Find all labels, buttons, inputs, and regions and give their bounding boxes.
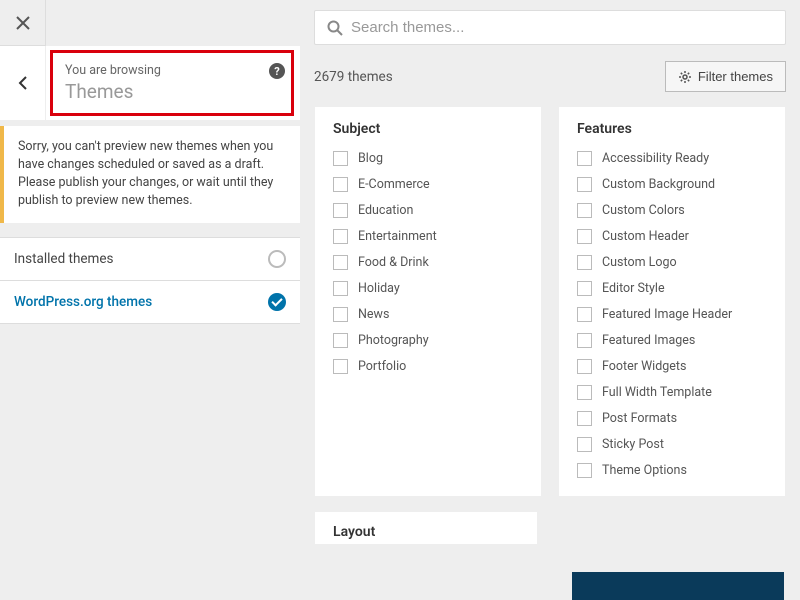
theme-preview-thumbnail[interactable] bbox=[572, 572, 784, 600]
filter-label: Entertainment bbox=[358, 229, 437, 244]
theme-source-list: Installed themes WordPress.org themes bbox=[0, 237, 300, 324]
filter-checkbox-item[interactable]: Holiday bbox=[333, 281, 523, 296]
filter-checkbox-item[interactable]: Portfolio bbox=[333, 359, 523, 374]
filter-group-subject: Subject Blog E-Commerce Education Entertain… bbox=[314, 106, 542, 497]
filter-checkbox-item[interactable]: Custom Colors bbox=[577, 203, 767, 218]
filter-label: Footer Widgets bbox=[602, 359, 686, 374]
filter-label: Post Formats bbox=[602, 411, 677, 426]
checkbox-icon bbox=[333, 307, 348, 322]
filter-group-title: Layout bbox=[333, 524, 519, 540]
checkbox-icon bbox=[333, 177, 348, 192]
sidebar: You are browsing Themes ? Sorry, you can… bbox=[0, 0, 300, 600]
theme-count: 2679 themes bbox=[314, 69, 393, 85]
radio-checked-icon bbox=[268, 293, 286, 311]
filter-label: Custom Colors bbox=[602, 203, 685, 218]
filter-label: Custom Header bbox=[602, 229, 689, 244]
filter-checkbox-item[interactable]: Editor Style bbox=[577, 281, 767, 296]
checkbox-icon bbox=[333, 255, 348, 270]
checkbox-icon bbox=[577, 359, 592, 374]
checkbox-icon bbox=[577, 151, 592, 166]
checkbox-icon bbox=[577, 203, 592, 218]
back-button[interactable] bbox=[0, 46, 46, 120]
checkbox-icon bbox=[577, 385, 592, 400]
search-input[interactable] bbox=[351, 19, 773, 36]
filter-label: Featured Images bbox=[602, 333, 695, 348]
filter-checkbox-item[interactable]: Blog bbox=[333, 151, 523, 166]
filter-checkbox-item[interactable]: Food & Drink bbox=[333, 255, 523, 270]
checkbox-icon bbox=[577, 307, 592, 322]
search-icon bbox=[327, 20, 343, 36]
browsing-header: You are browsing Themes ? bbox=[50, 50, 294, 116]
filter-checkbox-item[interactable]: E-Commerce bbox=[333, 177, 523, 192]
filter-label: Holiday bbox=[358, 281, 400, 296]
filter-label: Accessibility Ready bbox=[602, 151, 709, 166]
checkbox-icon bbox=[577, 411, 592, 426]
filter-checkbox-item[interactable]: Featured Image Header bbox=[577, 307, 767, 322]
checkbox-icon bbox=[333, 229, 348, 244]
filter-checkbox-item[interactable]: Custom Logo bbox=[577, 255, 767, 270]
source-label: Installed themes bbox=[14, 251, 114, 267]
checkbox-icon bbox=[333, 359, 348, 374]
warning-notice: Sorry, you can't preview new themes when… bbox=[0, 126, 300, 223]
checkbox-icon bbox=[577, 229, 592, 244]
source-wporg-themes[interactable]: WordPress.org themes bbox=[0, 281, 300, 324]
filter-checkbox-item[interactable]: Custom Header bbox=[577, 229, 767, 244]
filter-label: Photography bbox=[358, 333, 429, 348]
radio-unchecked-icon bbox=[268, 250, 286, 268]
filter-label: Custom Logo bbox=[602, 255, 677, 270]
chevron-left-icon bbox=[18, 75, 28, 91]
filter-checkbox-item[interactable]: Post Formats bbox=[577, 411, 767, 426]
gear-icon bbox=[678, 70, 692, 84]
checkbox-icon bbox=[577, 437, 592, 452]
filter-checkbox-item[interactable]: Full Width Template bbox=[577, 385, 767, 400]
filter-checkbox-item[interactable]: Custom Background bbox=[577, 177, 767, 192]
filter-label: Featured Image Header bbox=[602, 307, 732, 322]
filter-label: Education bbox=[358, 203, 413, 218]
filter-group-title: Subject bbox=[333, 121, 523, 137]
search-bar[interactable] bbox=[314, 10, 786, 45]
close-icon bbox=[16, 16, 30, 30]
page-title: Themes bbox=[65, 80, 279, 103]
checkbox-icon bbox=[577, 333, 592, 348]
checkbox-icon bbox=[333, 333, 348, 348]
filter-label: News bbox=[358, 307, 389, 322]
help-icon[interactable]: ? bbox=[269, 63, 285, 79]
checkbox-icon bbox=[577, 463, 592, 478]
checkbox-icon bbox=[577, 255, 592, 270]
filter-checkbox-item[interactable]: Footer Widgets bbox=[577, 359, 767, 374]
checkbox-icon bbox=[333, 281, 348, 296]
filter-checkbox-item[interactable]: Sticky Post bbox=[577, 437, 767, 452]
filter-label: Sticky Post bbox=[602, 437, 664, 452]
filter-group-title: Features bbox=[577, 121, 767, 137]
checkbox-icon bbox=[577, 177, 592, 192]
close-button[interactable] bbox=[0, 0, 46, 46]
checkbox-icon bbox=[577, 281, 592, 296]
filter-group-layout: Layout bbox=[314, 511, 538, 545]
checkbox-icon bbox=[333, 151, 348, 166]
filter-label: Food & Drink bbox=[358, 255, 429, 270]
filter-label: Custom Background bbox=[602, 177, 715, 192]
source-installed-themes[interactable]: Installed themes bbox=[0, 238, 300, 281]
filter-checkbox-item[interactable]: Entertainment bbox=[333, 229, 523, 244]
filter-checkbox-item[interactable]: News bbox=[333, 307, 523, 322]
filter-checkbox-item[interactable]: Education bbox=[333, 203, 523, 218]
filter-label: E-Commerce bbox=[358, 177, 430, 192]
filter-button-label: Filter themes bbox=[698, 69, 773, 84]
filter-label: Portfolio bbox=[358, 359, 406, 374]
filter-label: Theme Options bbox=[602, 463, 687, 478]
filter-checkbox-item[interactable]: Featured Images bbox=[577, 333, 767, 348]
filter-themes-button[interactable]: Filter themes bbox=[665, 61, 786, 92]
main-panel: 2679 themes Filter themes Subject Blog E-… bbox=[300, 0, 800, 600]
browsing-label: You are browsing bbox=[65, 63, 279, 78]
filter-group-features: Features Accessibility Ready Custom Backg… bbox=[558, 106, 786, 497]
filter-label: Blog bbox=[358, 151, 383, 166]
filter-label: Full Width Template bbox=[602, 385, 712, 400]
checkbox-icon bbox=[333, 203, 348, 218]
source-label: WordPress.org themes bbox=[14, 294, 152, 310]
filter-checkbox-item[interactable]: Photography bbox=[333, 333, 523, 348]
filter-label: Editor Style bbox=[602, 281, 665, 296]
filter-checkbox-item[interactable]: Theme Options bbox=[577, 463, 767, 478]
filter-checkbox-item[interactable]: Accessibility Ready bbox=[577, 151, 767, 166]
